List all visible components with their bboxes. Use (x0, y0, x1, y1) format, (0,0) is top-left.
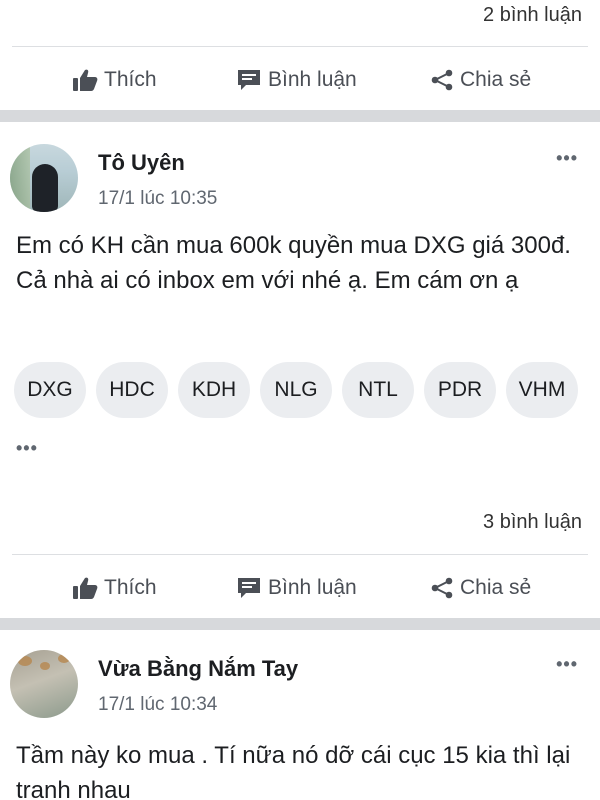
stock-tag[interactable]: HDC (96, 362, 168, 418)
stock-tag[interactable]: DXG (14, 362, 86, 418)
like-button[interactable]: Thích (72, 50, 157, 110)
avatar-photo-detail (18, 656, 32, 666)
comments-count-link[interactable]: 3 bình luận (483, 511, 582, 534)
avatar[interactable] (10, 144, 78, 212)
action-bar: Thích Bình luận Chia sẻ (0, 50, 600, 110)
share-button[interactable]: Chia sẻ (430, 558, 531, 618)
comment-label: Bình luận (268, 68, 357, 91)
comment-button[interactable]: Bình luận (236, 558, 357, 618)
avatar-photo-detail (40, 662, 50, 670)
like-label: Thích (104, 576, 157, 599)
more-tags-icon[interactable]: ••• (16, 438, 38, 459)
like-button[interactable]: Thích (72, 558, 157, 618)
share-label: Chia sẻ (460, 68, 532, 91)
stock-tags: DXG HDC KDH NLG NTL PDR VHM (14, 362, 578, 418)
post-text: Em có KH cần mua 600k quyền mua DXG giá … (16, 232, 571, 294)
comment-button[interactable]: Bình luận (236, 50, 357, 110)
post-timestamp[interactable]: 17/1 lúc 10:35 (98, 188, 217, 210)
comment-label: Bình luận (268, 576, 357, 599)
more-options-icon[interactable]: ••• (556, 148, 578, 169)
avatar-photo-detail (58, 654, 70, 663)
avatar-photo-background (10, 144, 30, 212)
comments-count-link[interactable]: 2 bình luận (483, 4, 582, 27)
comment-icon (236, 68, 262, 92)
post-author[interactable]: Tô Uyên (98, 150, 185, 176)
divider (12, 554, 588, 555)
post-text: Tầm này ko mua . Tí nữa nó dỡ cái cục 15… (16, 742, 571, 800)
divider (12, 46, 588, 47)
post-timestamp[interactable]: 17/1 lúc 10:34 (98, 694, 217, 716)
stock-tag[interactable]: NLG (260, 362, 332, 418)
post-separator (0, 110, 600, 122)
like-label: Thích (104, 68, 157, 91)
post-separator (0, 618, 600, 630)
stock-tag[interactable]: KDH (178, 362, 250, 418)
news-feed: 2 bình luận Thích Bình luận Chia sẻ Tô U… (0, 0, 600, 800)
avatar-photo-person (32, 164, 58, 212)
stock-tag[interactable]: NTL (342, 362, 414, 418)
more-options-icon[interactable]: ••• (556, 654, 578, 675)
share-button[interactable]: Chia sẻ (430, 50, 531, 110)
comment-icon (236, 576, 262, 600)
share-label: Chia sẻ (460, 576, 532, 599)
avatar[interactable] (10, 650, 78, 718)
action-bar: Thích Bình luận Chia sẻ (0, 558, 600, 618)
share-icon (430, 576, 454, 600)
thumbs-up-icon (72, 576, 98, 600)
share-icon (430, 68, 454, 92)
stock-tag[interactable]: VHM (506, 362, 578, 418)
thumbs-up-icon (72, 68, 98, 92)
post-author[interactable]: Vừa Bằng Nắm Tay (98, 656, 298, 682)
stock-tag[interactable]: PDR (424, 362, 496, 418)
